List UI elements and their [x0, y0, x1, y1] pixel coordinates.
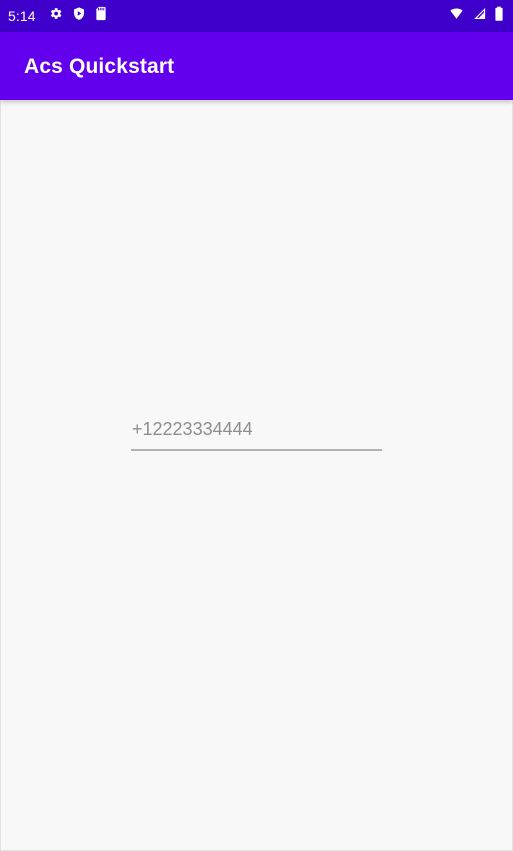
status-bar: 5:14 — [0, 0, 513, 32]
status-bar-left-group: 5:14 — [8, 6, 107, 26]
android-app-screen: 5:14 Acs Quickstart +12223334444 — [0, 0, 513, 851]
cellular-signal-icon — [472, 6, 487, 26]
phone-number-underline — [131, 449, 382, 451]
sd-card-icon — [95, 6, 107, 26]
status-bar-right-group — [448, 6, 504, 27]
app-bar-title: Acs Quickstart — [24, 54, 175, 78]
status-bar-clock: 5:14 — [8, 8, 36, 24]
app-bar: Acs Quickstart — [0, 32, 513, 100]
content-area: CALL — [0, 100, 513, 851]
wifi-icon — [448, 6, 465, 26]
settings-gear-icon — [48, 6, 63, 26]
phone-number-field[interactable] — [131, 418, 382, 451]
play-protect-shield-icon — [72, 6, 86, 26]
phone-number-input[interactable] — [131, 418, 382, 449]
battery-icon — [494, 6, 504, 27]
